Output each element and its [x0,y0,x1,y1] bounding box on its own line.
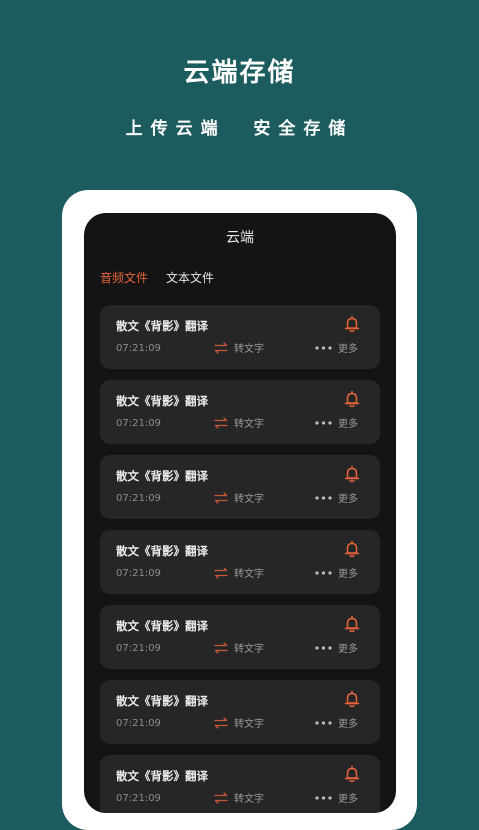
transcribe-label: 转文字 [234,719,264,730]
transcribe-button[interactable]: 转文字 [214,640,264,655]
file-card[interactable]: 散文《背影》翻译 07:21:09 转文字 更多 [100,605,380,669]
swap-arrows-icon [214,416,228,429]
swap-arrows-icon [214,566,228,579]
more-label: 更多 [338,419,358,430]
bell-icon[interactable] [344,315,360,333]
more-label: 更多 [338,644,358,655]
file-card[interactable]: 散文《背影》翻译 07:21:09 转文字 更多 [100,755,380,813]
more-button[interactable]: 更多 [315,790,358,805]
transcribe-label: 转文字 [234,569,264,580]
phone-screen: 云端 音频文件 文本文件 散文《背影》翻译 07:21:09 转文字 更多 散文… [84,213,396,813]
more-dots-icon [315,420,332,425]
file-title: 散文《背影》翻译 [116,319,208,333]
file-duration: 07:21:09 [116,493,161,504]
more-dots-icon [315,495,332,500]
bell-icon[interactable] [344,390,360,408]
bell-icon[interactable] [344,465,360,483]
more-button[interactable]: 更多 [315,640,358,655]
transcribe-button[interactable]: 转文字 [214,715,264,730]
screen-title: 云端 [226,230,254,246]
file-title: 散文《背影》翻译 [116,694,208,708]
more-button[interactable]: 更多 [315,565,358,580]
more-dots-icon [315,345,332,350]
file-title: 散文《背影》翻译 [116,394,208,408]
more-button[interactable]: 更多 [315,715,358,730]
transcribe-label: 转文字 [234,344,264,355]
file-title: 散文《背影》翻译 [116,769,208,783]
file-duration: 07:21:09 [116,718,161,729]
more-dots-icon [315,720,332,725]
bell-icon[interactable] [344,540,360,558]
tab-text-files[interactable]: 文本文件 [166,269,214,286]
bell-icon[interactable] [344,690,360,708]
transcribe-label: 转文字 [234,419,264,430]
swap-arrows-icon [214,341,228,354]
file-duration: 07:21:09 [116,343,161,354]
bell-icon[interactable] [344,765,360,783]
file-card[interactable]: 散文《背影》翻译 07:21:09 转文字 更多 [100,380,380,444]
swap-arrows-icon [214,791,228,804]
bell-icon[interactable] [344,615,360,633]
more-button[interactable]: 更多 [315,340,358,355]
more-label: 更多 [338,344,358,355]
more-dots-icon [315,645,332,650]
more-label: 更多 [338,719,358,730]
transcribe-button[interactable]: 转文字 [214,565,264,580]
swap-arrows-icon [214,491,228,504]
transcribe-button[interactable]: 转文字 [214,415,264,430]
more-label: 更多 [338,569,358,580]
tab-audio-files[interactable]: 音频文件 [100,269,148,286]
file-duration: 07:21:09 [116,643,161,654]
file-list: 散文《背影》翻译 07:21:09 转文字 更多 散文《背影》翻译 07:21:… [100,305,380,813]
file-card[interactable]: 散文《背影》翻译 07:21:09 转文字 更多 [100,455,380,519]
transcribe-button[interactable]: 转文字 [214,340,264,355]
file-duration: 07:21:09 [116,568,161,579]
file-title: 散文《背影》翻译 [116,619,208,633]
more-dots-icon [315,570,332,575]
more-button[interactable]: 更多 [315,490,358,505]
hero-subtitle: 上传云端 安全存储 [125,119,354,139]
more-label: 更多 [338,494,358,505]
more-button[interactable]: 更多 [315,415,358,430]
file-card[interactable]: 散文《背影》翻译 07:21:09 转文字 更多 [100,530,380,594]
transcribe-label: 转文字 [234,494,264,505]
file-title: 散文《背影》翻译 [116,469,208,483]
transcribe-button[interactable]: 转文字 [214,790,264,805]
swap-arrows-icon [214,716,228,729]
transcribe-label: 转文字 [234,644,264,655]
file-duration: 07:21:09 [116,418,161,429]
file-title: 散文《背影》翻译 [116,544,208,558]
tab-bar: 音频文件 文本文件 [100,269,214,286]
transcribe-label: 转文字 [234,794,264,805]
file-card[interactable]: 散文《背影》翻译 07:21:09 转文字 更多 [100,305,380,369]
hero-title: 云端存储 [183,58,296,88]
more-label: 更多 [338,794,358,805]
swap-arrows-icon [214,641,228,654]
transcribe-button[interactable]: 转文字 [214,490,264,505]
file-card[interactable]: 散文《背影》翻译 07:21:09 转文字 更多 [100,680,380,744]
